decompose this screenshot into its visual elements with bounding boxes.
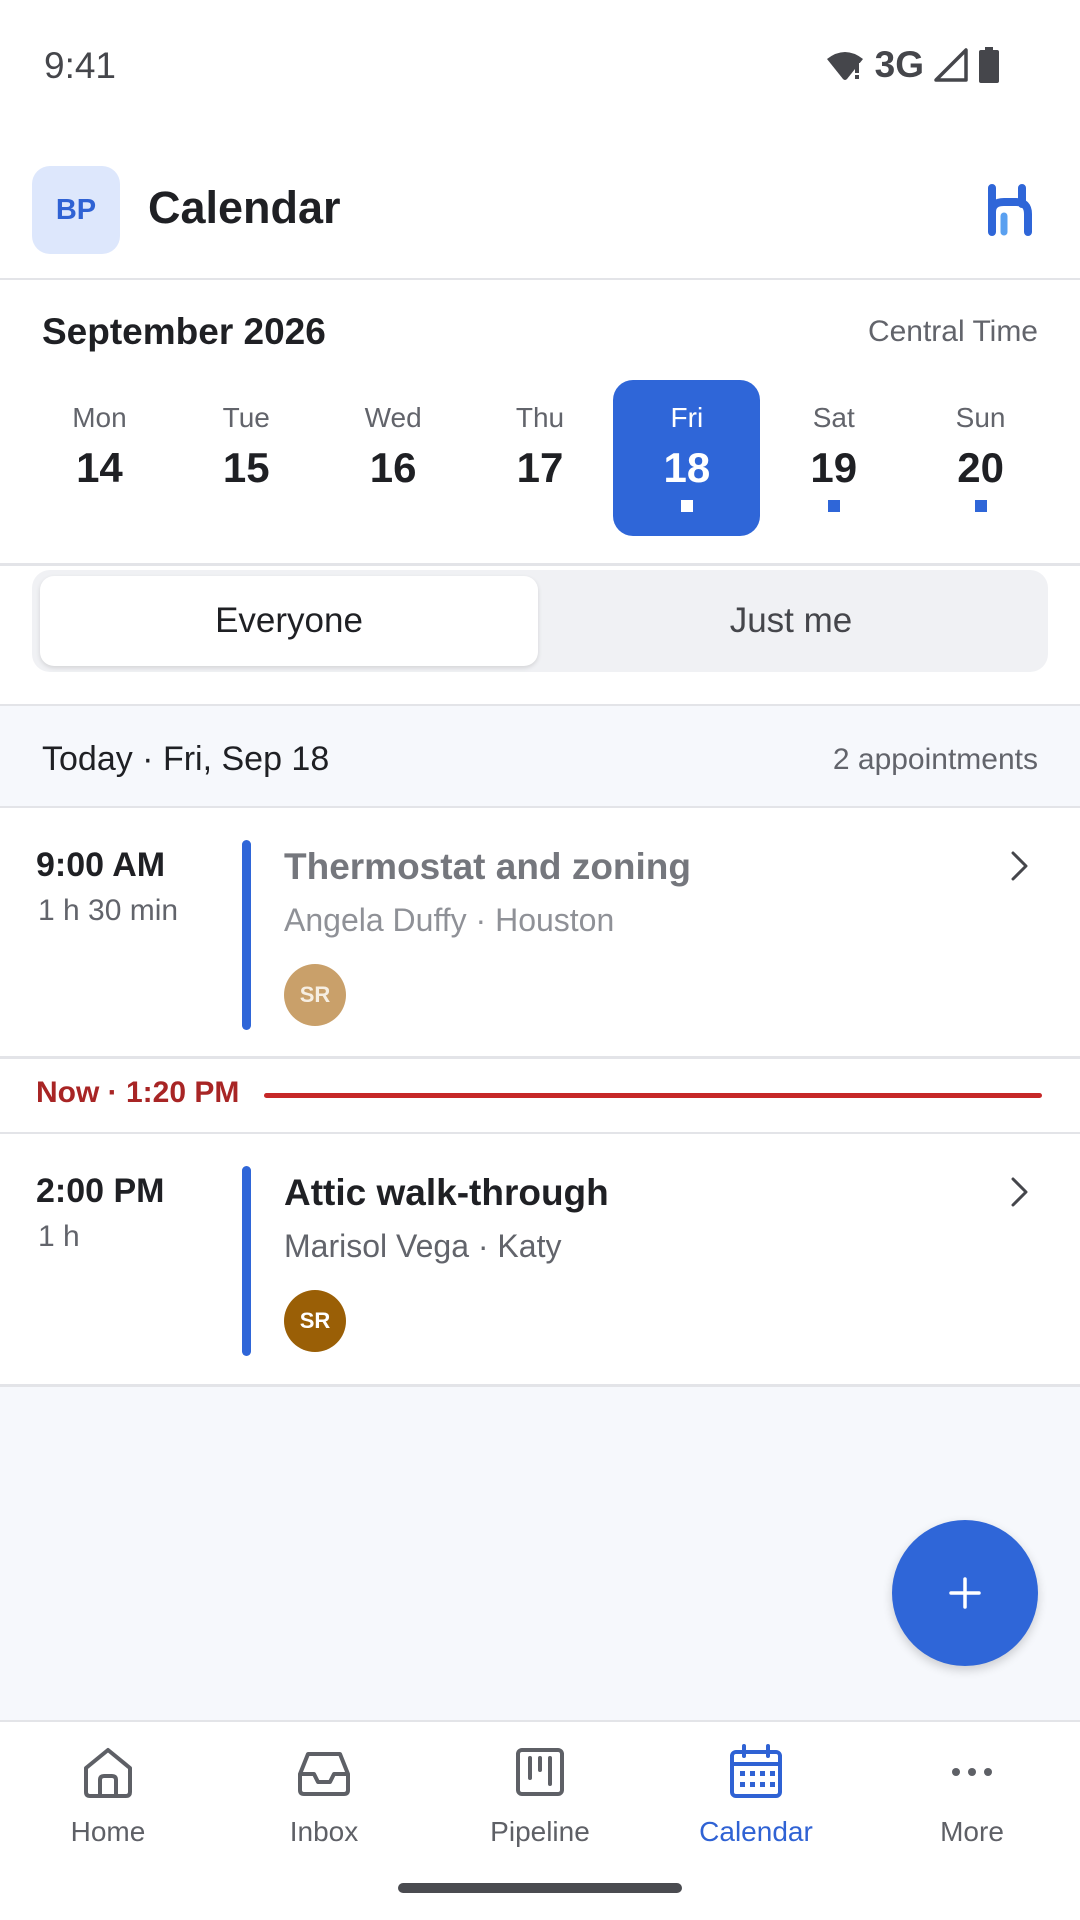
chevron-right-icon <box>1011 1177 1028 1207</box>
inbox-icon <box>298 1752 350 1796</box>
nav-label: More <box>940 1816 1004 1847</box>
day-name: Fri <box>670 402 704 433</box>
week-strip: Mon 14 Tue 15 Wed 16 Thu 17 Fri 18 Sat 1… <box>26 380 1054 536</box>
status-time: 9:41 <box>44 45 117 86</box>
appointment-count: 2 appointments <box>832 743 1038 776</box>
assignee-filter: Everyone Just me <box>32 570 1048 672</box>
nav-more[interactable]: More <box>864 1722 1080 1862</box>
month-label[interactable]: September 2026 <box>42 311 326 353</box>
nav-label: Pipeline <box>490 1816 590 1847</box>
month-header: September 2026 Central Time <box>0 282 1080 362</box>
day-number: 17 <box>516 444 564 491</box>
nav-pipeline[interactable]: Pipeline <box>432 1722 648 1862</box>
app-bar: BP Calendar <box>0 140 1080 280</box>
now-marker: Now · 1:20 PM <box>0 1059 1080 1132</box>
appointment-accent-bar <box>242 840 251 1030</box>
appointment-customer: Marisol Vega · Katy <box>284 1228 562 1264</box>
chevron-right-icon <box>1011 851 1028 881</box>
plus-icon <box>949 1577 981 1609</box>
day-fri-selected[interactable]: Fri 18 <box>613 380 761 536</box>
home-icon <box>84 1748 132 1798</box>
page-title: Calendar <box>148 182 341 233</box>
appointment-accent-bar <box>242 1166 251 1356</box>
day-number: 19 <box>810 444 858 491</box>
filter-everyone[interactable]: Everyone <box>40 576 538 666</box>
status-bar: 9:41 3G <box>0 0 1080 140</box>
appointment-time: 9:00 AM <box>36 846 166 884</box>
day-tue[interactable]: Tue 15 <box>173 380 320 536</box>
day-name: Thu <box>515 402 565 433</box>
appointment-customer: Angela Duffy · Houston <box>284 902 615 938</box>
appointment-duration: 1 h 30 min <box>38 894 179 927</box>
assignee-avatar: SR <box>284 964 346 1026</box>
day-number: 20 <box>957 444 1004 491</box>
brand-logo-icon[interactable] <box>982 182 1038 238</box>
filter-just-me[interactable]: Just me <box>542 576 1040 666</box>
event-indicator <box>827 500 840 512</box>
day-sat[interactable]: Sat 19 <box>760 380 907 536</box>
nav-label: Calendar <box>699 1816 813 1847</box>
calendar-icon <box>730 1744 782 1798</box>
account-avatar[interactable]: BP <box>32 166 120 254</box>
day-mon[interactable]: Mon 14 <box>26 380 173 536</box>
day-thu[interactable]: Thu 17 <box>467 380 614 536</box>
day-number: 16 <box>369 444 417 491</box>
more-icon <box>952 1768 992 1776</box>
day-name: Sun <box>955 402 1006 433</box>
nav-home[interactable]: Home <box>0 1722 216 1862</box>
timezone-label: Central Time <box>867 315 1038 348</box>
appointment-duration: 1 h <box>38 1220 80 1253</box>
now-line <box>264 1093 1042 1098</box>
wifi-icon <box>826 52 863 80</box>
today-label: Today · Fri, Sep 18 <box>42 740 330 778</box>
event-indicator <box>680 500 693 512</box>
nav-inbox[interactable]: Inbox <box>216 1722 432 1862</box>
appointment-title: Attic walk-through <box>284 1172 609 1213</box>
day-header: Today · Fri, Sep 18 2 appointments <box>0 704 1080 808</box>
nav-calendar[interactable]: Calendar <box>648 1722 864 1862</box>
day-number: 18 <box>663 444 711 491</box>
home-indicator[interactable] <box>398 1883 682 1893</box>
nav-label: Inbox <box>289 1816 359 1847</box>
network-type: 3G <box>874 44 924 85</box>
appointment-card[interactable]: 9:00 AM 1 h 30 min Thermostat and zoning… <box>0 808 1080 1058</box>
day-number: 14 <box>76 444 123 491</box>
day-sun[interactable]: Sun 20 <box>907 380 1054 536</box>
add-appointment-button[interactable] <box>892 1520 1038 1666</box>
appointment-card[interactable]: 2:00 PM 1 h Attic walk-through Marisol V… <box>0 1134 1080 1384</box>
day-wed[interactable]: Wed 16 <box>320 380 467 536</box>
day-name: Mon <box>72 402 127 433</box>
day-name: Wed <box>364 402 422 433</box>
day-name: Tue <box>222 402 270 433</box>
signal-icon <box>934 48 968 82</box>
now-label: Now · 1:20 PM <box>36 1076 240 1109</box>
pipeline-icon <box>516 1748 564 1796</box>
day-name: Sat <box>812 402 855 433</box>
status-icons: 3G <box>825 44 1000 86</box>
appointment-time: 2:00 PM <box>36 1172 165 1210</box>
battery-icon <box>979 47 999 83</box>
nav-label: Home <box>70 1816 146 1847</box>
event-indicator <box>974 500 987 512</box>
day-number: 15 <box>222 444 270 491</box>
divider <box>0 563 1080 566</box>
appointment-title: Thermostat and zoning <box>284 846 691 887</box>
assignee-avatar: SR <box>284 1290 346 1352</box>
